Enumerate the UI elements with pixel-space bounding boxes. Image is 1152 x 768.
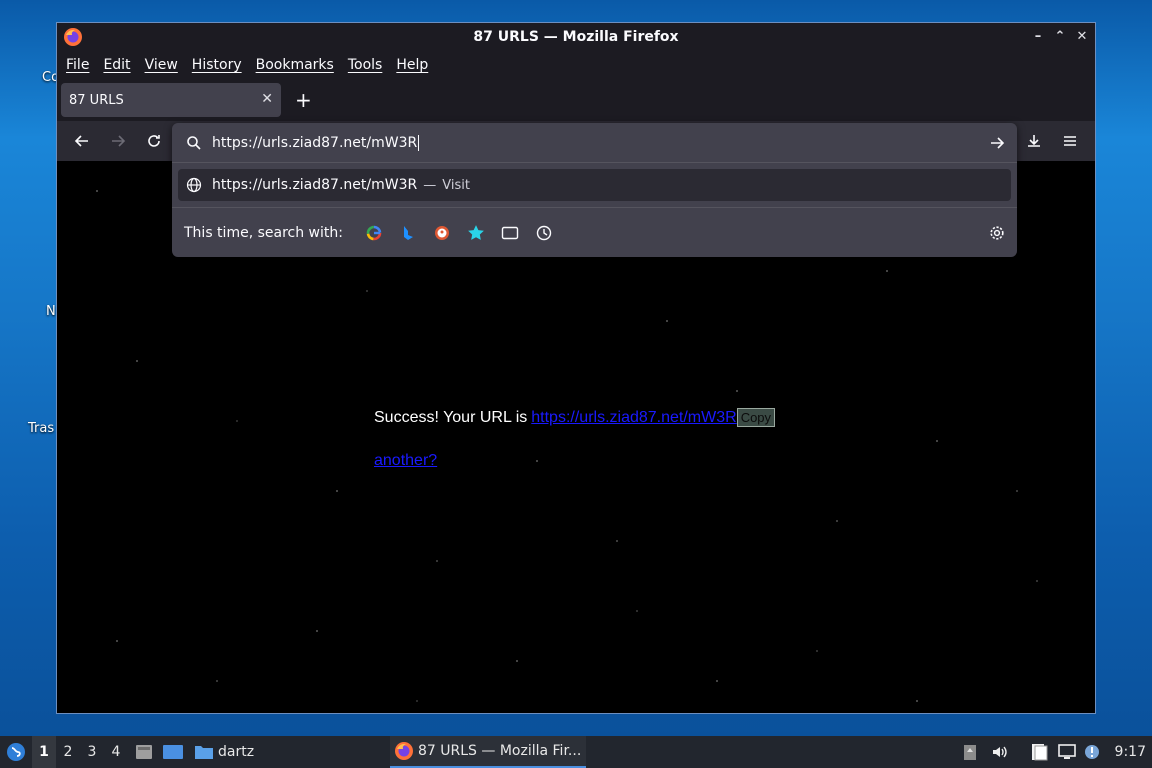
history-icon[interactable] <box>535 224 553 242</box>
menu-history[interactable]: History <box>187 57 247 73</box>
short-url-link[interactable]: https://urls.ziad87.net/mW3R <box>531 409 736 427</box>
workspace-1[interactable]: 1 <box>32 736 56 768</box>
bing-icon[interactable] <box>399 224 417 242</box>
reload-button[interactable] <box>144 131 164 151</box>
forward-button[interactable] <box>108 131 128 151</box>
suggestion-separator: — <box>423 177 437 193</box>
google-icon[interactable] <box>365 224 383 242</box>
maximize-button[interactable]: ⌃ <box>1053 27 1067 45</box>
back-arrow-icon <box>74 135 88 147</box>
folder-task-label: dartz <box>218 744 255 760</box>
desktop-icon-label-network[interactable]: N <box>46 304 56 319</box>
forward-arrow-icon <box>112 135 126 147</box>
close-window-button[interactable]: ✕ <box>1075 27 1089 45</box>
search-with-label: This time, search with: <box>184 224 343 241</box>
back-button[interactable] <box>72 131 92 151</box>
globe-icon <box>186 177 202 193</box>
go-arrow-icon[interactable] <box>989 135 1005 151</box>
hamburger-menu-icon <box>1064 136 1076 146</box>
url-suggestion-row[interactable]: https://urls.ziad87.net/mW3R — Visit <box>178 169 1011 201</box>
folder-icon <box>195 746 213 759</box>
firefox-task-icon <box>395 742 413 760</box>
app-menu-button[interactable] <box>1060 131 1080 151</box>
firefox-window: 87 URLS — Mozilla Firefox – ⌃ ✕ File Edi… <box>56 22 1096 714</box>
network-tray-icon[interactable] <box>1057 743 1077 761</box>
download-icon <box>1028 135 1040 147</box>
menu-bookmarks[interactable]: Bookmarks <box>251 57 339 73</box>
minimize-button[interactable]: – <box>1031 27 1045 45</box>
start-menu-icon[interactable] <box>0 736 32 768</box>
clock[interactable]: 9:17 <box>1115 744 1146 760</box>
window-title: 87 URLS — Mozilla Firefox <box>473 29 679 45</box>
menu-view[interactable]: View <box>140 57 183 73</box>
window-titlebar[interactable]: 87 URLS — Mozilla Firefox – ⌃ ✕ <box>57 23 1095 51</box>
downloads-button[interactable] <box>1024 131 1044 151</box>
desktop-icon-label-trash[interactable]: Tras <box>28 421 54 436</box>
suggestion-visit-label: Visit <box>442 177 470 193</box>
tab-close-icon[interactable]: ✕ <box>261 91 273 107</box>
success-text: Success! Your URL is <box>374 408 528 426</box>
bookmarks-icon[interactable] <box>467 224 485 242</box>
notification-tray-icon[interactable] <box>1083 743 1101 761</box>
text-cursor <box>418 134 420 151</box>
clipboard-tray-icon[interactable] <box>963 743 977 761</box>
success-message: Success! Your URL is https://urls.ziad87… <box>374 408 776 427</box>
copy-button[interactable]: Copy <box>736 408 776 427</box>
search-icon <box>187 135 201 150</box>
menu-help[interactable]: Help <box>391 57 433 73</box>
firefox-logo-icon <box>64 28 82 46</box>
menu-file[interactable]: File <box>61 57 94 73</box>
workspace-4[interactable]: 4 <box>104 744 128 760</box>
urlbar-panel: https://urls.ziad87.net/mW3R https://url… <box>172 123 1017 257</box>
workspace-3[interactable]: 3 <box>80 744 104 760</box>
another-link[interactable]: another? <box>374 452 437 470</box>
menu-tools[interactable]: Tools <box>343 57 388 73</box>
tab-87-urls[interactable]: 87 URLS ✕ <box>61 83 281 117</box>
tab-label: 87 URLS <box>69 92 124 108</box>
urlbar[interactable]: https://urls.ziad87.net/mW3R <box>172 123 1017 163</box>
notes-tray-icon[interactable] <box>1029 742 1049 762</box>
menu-edit[interactable]: Edit <box>98 57 135 73</box>
duckduckgo-icon[interactable] <box>433 224 451 242</box>
system-tray: 9:17 <box>963 736 1152 768</box>
file-manager-launcher-icon[interactable] <box>134 742 154 762</box>
tab-bar: 87 URLS ✕ + <box>57 79 1095 121</box>
firefox-task-label: 87 URLS — Mozilla Fir... <box>418 743 582 759</box>
taskbar: 1 2 3 4 dartz 87 URLS — Mozilla Fir... 9… <box>0 736 1152 768</box>
search-settings-gear-icon[interactable] <box>989 225 1005 241</box>
volume-icon[interactable] <box>991 743 1009 761</box>
menu-bar: File Edit View History Bookmarks Tools H… <box>57 51 1095 79</box>
urlbar-input[interactable]: https://urls.ziad87.net/mW3R <box>212 135 417 151</box>
desktop-launcher-icon[interactable] <box>162 742 184 762</box>
new-tab-button[interactable]: + <box>295 88 312 112</box>
tabs-icon[interactable] <box>501 224 519 242</box>
workspace-2[interactable]: 2 <box>56 744 80 760</box>
suggestion-url: https://urls.ziad87.net/mW3R <box>212 177 418 193</box>
one-off-search-row: This time, search with: <box>172 207 1017 257</box>
firefox-task-button[interactable]: 87 URLS — Mozilla Fir... <box>390 736 586 768</box>
folder-task-dartz[interactable]: dartz <box>194 743 254 761</box>
reload-icon <box>148 135 160 147</box>
